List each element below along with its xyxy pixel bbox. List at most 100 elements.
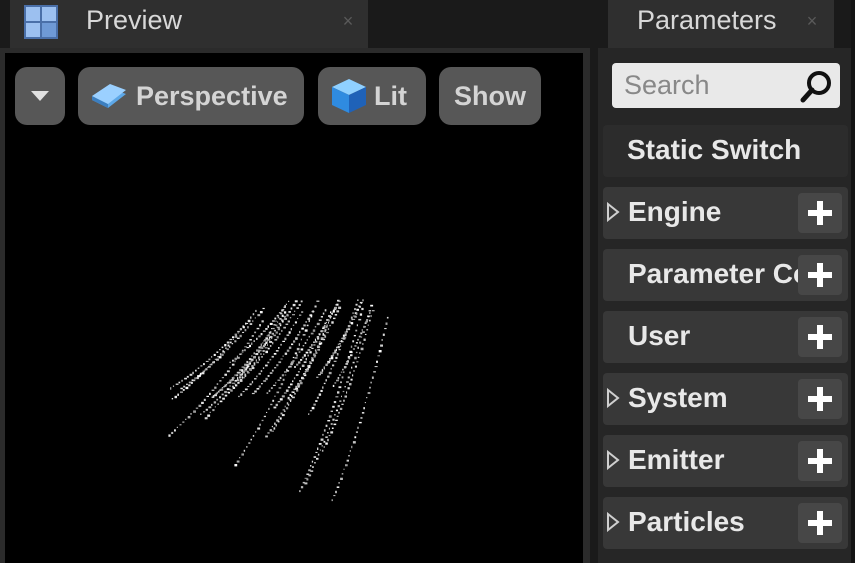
particle xyxy=(299,490,301,493)
particle xyxy=(315,352,318,354)
particle xyxy=(284,305,286,308)
particle xyxy=(211,389,215,391)
particle xyxy=(306,473,310,475)
particle xyxy=(307,317,311,320)
particle xyxy=(308,335,310,338)
particle xyxy=(278,361,282,364)
particle xyxy=(347,387,350,390)
add-parameter-collection-button[interactable] xyxy=(798,255,842,295)
particle xyxy=(246,366,249,369)
particle xyxy=(219,396,222,399)
particle xyxy=(277,328,281,331)
close-icon[interactable]: × xyxy=(340,12,356,30)
particle xyxy=(233,376,235,379)
search-icon[interactable] xyxy=(800,69,834,103)
particle xyxy=(246,372,250,374)
particle xyxy=(308,413,310,415)
particle xyxy=(239,353,241,355)
particle xyxy=(340,381,342,384)
particle xyxy=(316,322,320,326)
particle xyxy=(338,482,340,484)
add-emitter-parameter-button[interactable] xyxy=(798,441,842,481)
particle xyxy=(381,339,383,341)
expand-arrow-icon[interactable] xyxy=(606,512,620,532)
particle xyxy=(301,377,304,380)
particle xyxy=(302,481,305,484)
particle xyxy=(312,329,316,332)
perspective-button[interactable]: Perspective xyxy=(78,67,304,125)
viewport-options-button[interactable] xyxy=(15,67,65,125)
particle xyxy=(226,370,230,373)
particle xyxy=(350,316,353,319)
particle xyxy=(292,396,295,399)
particle xyxy=(354,356,357,360)
search-box xyxy=(612,63,840,108)
particle xyxy=(341,403,344,405)
particle xyxy=(321,445,323,447)
particle xyxy=(221,353,224,356)
category-user[interactable]: User xyxy=(603,311,848,363)
particle xyxy=(219,353,222,356)
particle xyxy=(359,306,361,308)
category-system[interactable]: System xyxy=(603,373,848,425)
particle xyxy=(235,335,238,338)
preview-viewport[interactable]: Perspective Lit Show xyxy=(5,53,583,563)
add-particles-parameter-button[interactable] xyxy=(798,503,842,543)
particle xyxy=(329,316,331,318)
add-system-parameter-button[interactable] xyxy=(798,379,842,419)
expand-arrow-icon[interactable] xyxy=(606,450,620,470)
particle xyxy=(253,356,256,359)
particle xyxy=(193,410,196,413)
particle xyxy=(282,355,284,357)
close-icon[interactable]: × xyxy=(804,12,820,30)
particle xyxy=(309,346,312,348)
particle xyxy=(364,322,367,324)
preview-tab[interactable]: Preview × xyxy=(10,0,368,48)
particle xyxy=(316,396,319,399)
particle xyxy=(294,393,296,395)
particle xyxy=(248,358,252,361)
particle xyxy=(236,355,238,358)
particle xyxy=(306,368,309,371)
particle xyxy=(314,349,317,351)
particle xyxy=(271,430,274,432)
particle xyxy=(362,299,364,302)
particle xyxy=(257,314,261,317)
particle xyxy=(296,307,299,309)
particle xyxy=(274,329,276,332)
particle xyxy=(338,386,342,389)
particle xyxy=(278,333,281,335)
particle xyxy=(287,320,290,323)
particle xyxy=(260,343,262,346)
search-input[interactable] xyxy=(612,63,792,108)
lit-button[interactable]: Lit xyxy=(318,67,426,125)
particle xyxy=(286,407,289,410)
particle xyxy=(354,365,357,368)
particle xyxy=(247,386,250,387)
particle xyxy=(224,344,227,347)
particle xyxy=(180,387,183,390)
category-engine[interactable]: Engine xyxy=(603,187,848,239)
expand-arrow-icon[interactable] xyxy=(606,202,620,222)
particle xyxy=(277,379,281,381)
expand-arrow-icon[interactable] xyxy=(606,388,620,408)
add-user-parameter-button[interactable] xyxy=(798,317,842,357)
add-engine-parameter-button[interactable] xyxy=(798,193,842,233)
particle xyxy=(295,374,299,376)
category-static-switch[interactable]: Static Switch xyxy=(603,125,848,177)
particle xyxy=(341,341,344,343)
category-particles[interactable]: Particles xyxy=(603,497,848,549)
show-button[interactable]: Show xyxy=(439,67,541,125)
particle xyxy=(361,412,365,414)
particle xyxy=(360,302,362,304)
particle xyxy=(325,379,327,382)
particle xyxy=(327,375,330,378)
particle xyxy=(328,427,330,430)
category-emitter[interactable]: Emitter xyxy=(603,435,848,487)
particle xyxy=(205,360,209,362)
category-parameter-collection[interactable]: Parameter Collection xyxy=(603,249,848,301)
particle xyxy=(234,374,237,376)
particle xyxy=(335,419,338,421)
particle xyxy=(182,421,185,423)
parameters-tab[interactable]: Parameters × xyxy=(608,0,834,48)
